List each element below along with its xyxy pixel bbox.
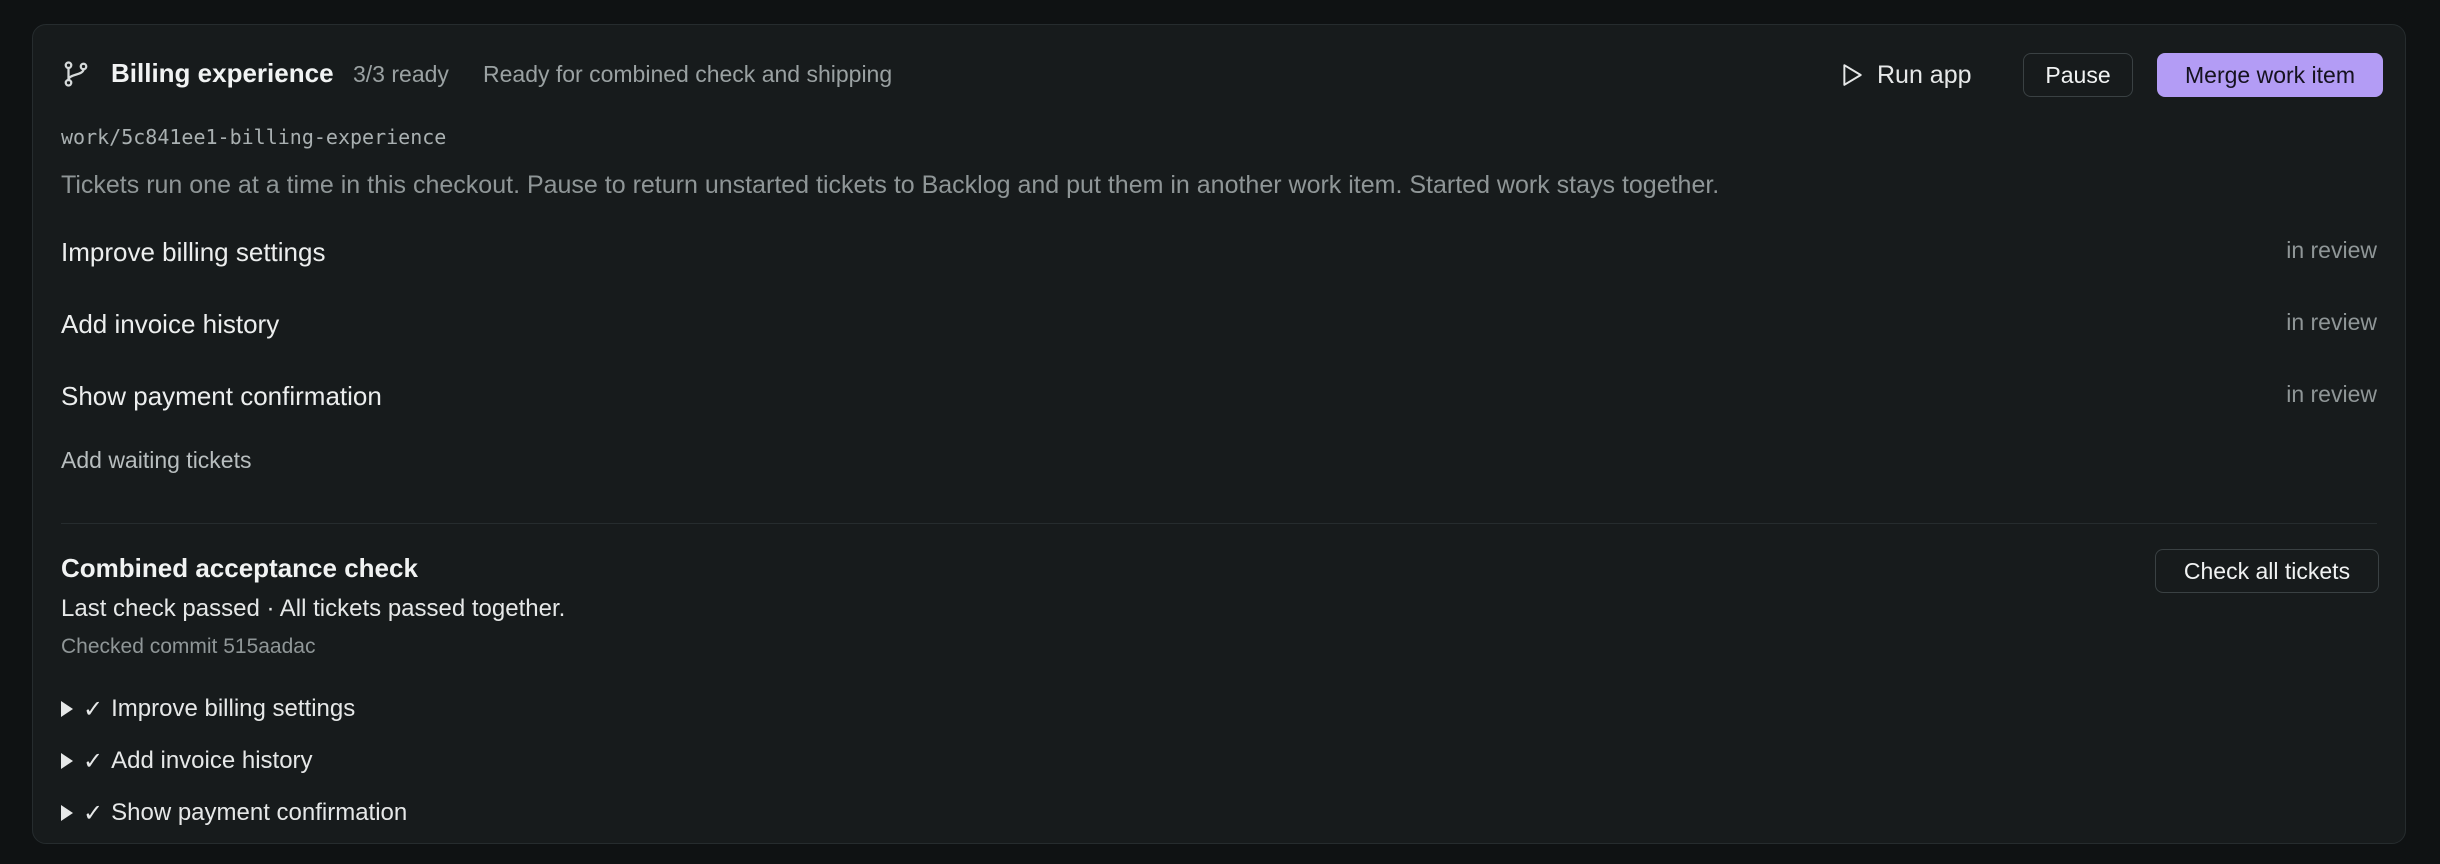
checkmark-icon: ✓ xyxy=(83,695,104,723)
checkmark-icon: ✓ xyxy=(83,747,104,775)
caret-right-icon xyxy=(61,753,73,769)
ready-count: 3/3 ready xyxy=(353,61,449,87)
ticket-title: Improve billing settings xyxy=(61,237,326,267)
merge-work-item-button[interactable]: Merge work item xyxy=(2157,53,2383,97)
play-icon xyxy=(1843,64,1862,86)
work-item-panel: Billing experience 3/3 ready Ready for c… xyxy=(32,24,2406,844)
acceptance-check-title: Combined acceptance check xyxy=(61,553,418,583)
pause-button[interactable]: Pause xyxy=(2023,53,2133,97)
add-waiting-tickets-button[interactable]: Add waiting tickets xyxy=(61,447,251,474)
result-title: Add invoice history xyxy=(111,747,313,774)
result-title: Show payment confirmation xyxy=(111,799,408,826)
checked-commit: Checked commit 515aadac xyxy=(61,635,316,658)
section-divider xyxy=(61,523,2377,524)
caret-right-icon xyxy=(61,701,73,717)
ticket-row[interactable]: Show payment confirmation in review xyxy=(61,373,2377,445)
ticket-status: in review xyxy=(2286,309,2377,335)
result-title: Improve billing settings xyxy=(111,695,356,722)
run-app-button[interactable]: Run app xyxy=(1841,57,1972,93)
ticket-status: in review xyxy=(2286,237,2377,263)
result-row[interactable]: ✓ Add invoice history xyxy=(61,735,407,787)
git-branch-icon xyxy=(64,61,88,87)
acceptance-results: ✓ Improve billing settings ✓ Add invoice… xyxy=(61,683,407,839)
branch-path: work/5c841ee1-billing-experience xyxy=(61,125,447,149)
ticket-row[interactable]: Improve billing settings in review xyxy=(61,229,2377,301)
acceptance-check-result: Last check passed · All tickets passed t… xyxy=(61,595,566,622)
work-item-description: Tickets run one at a time in this checko… xyxy=(61,171,1720,199)
work-item-header: Billing experience 3/3 ready Ready for c… xyxy=(33,25,2405,125)
run-app-label: Run app xyxy=(1877,60,1972,89)
caret-right-icon xyxy=(61,805,73,821)
ticket-title: Show payment confirmation xyxy=(61,381,382,411)
ticket-list: Improve billing settings in review Add i… xyxy=(61,229,2377,445)
result-row[interactable]: ✓ Improve billing settings xyxy=(61,683,407,735)
ticket-row[interactable]: Add invoice history in review xyxy=(61,301,2377,373)
checkmark-icon: ✓ xyxy=(83,799,104,827)
result-row[interactable]: ✓ Show payment confirmation xyxy=(61,787,407,839)
ticket-status: in review xyxy=(2286,381,2377,407)
ticket-title: Add invoice history xyxy=(61,309,280,339)
check-all-tickets-button[interactable]: Check all tickets xyxy=(2155,549,2379,593)
work-item-title: Billing experience xyxy=(111,58,334,88)
status-text: Ready for combined check and shipping xyxy=(483,61,893,87)
